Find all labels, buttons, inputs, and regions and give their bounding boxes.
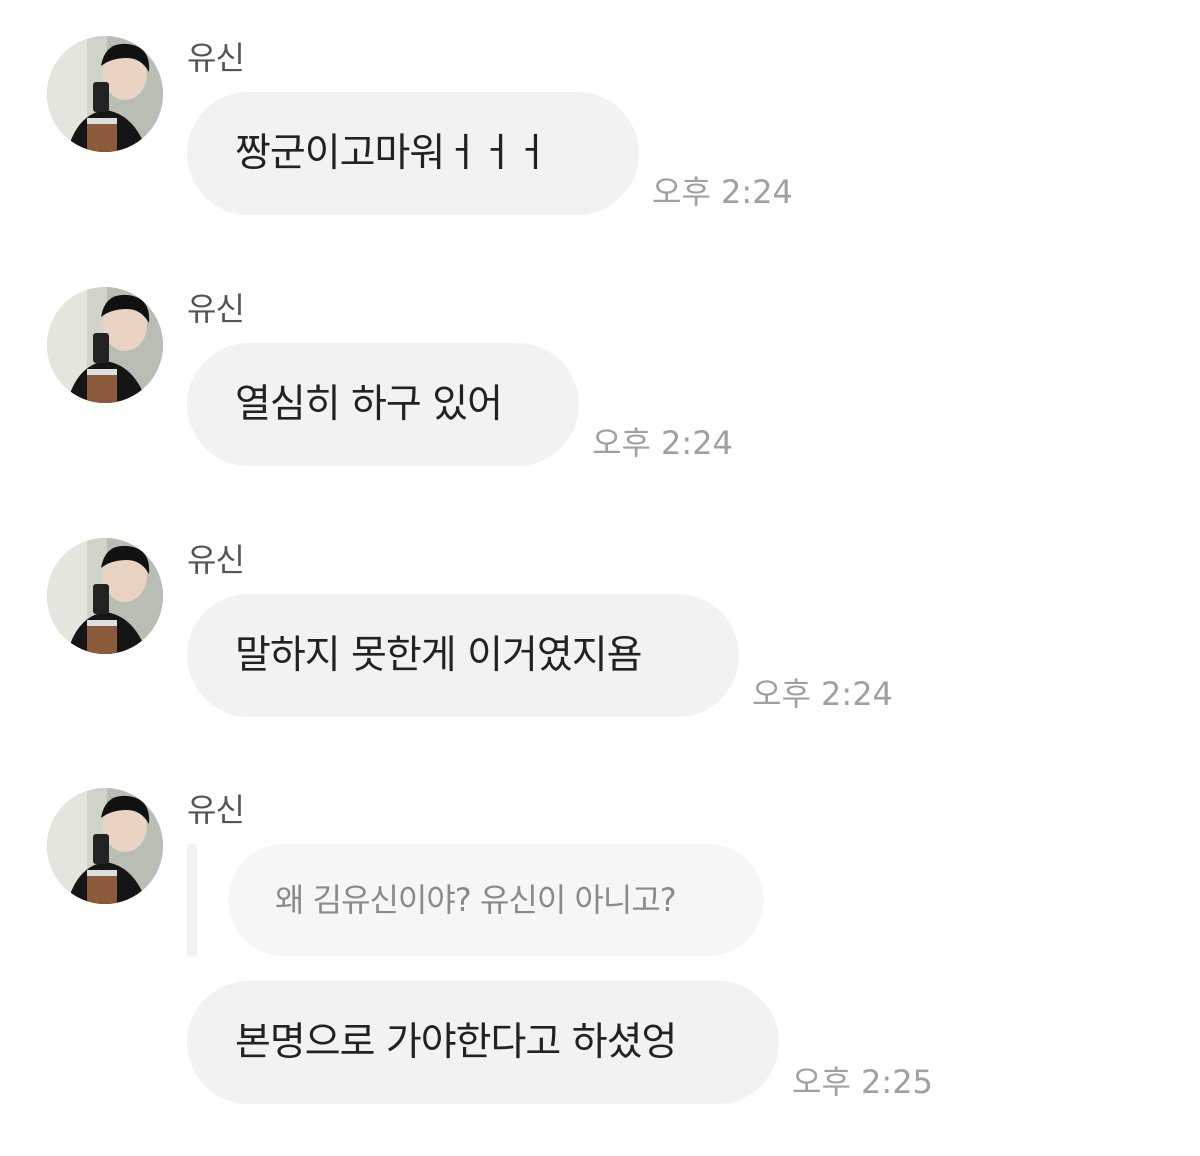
quoted-message[interactable]: 왜 김유신이야? 유신이 아니고? — [228, 844, 764, 956]
avatar[interactable] — [47, 538, 163, 654]
message-time: 오후 2:24 — [752, 675, 893, 713]
message-bubble[interactable]: 짱군이고마워ㅓㅓㅓ — [187, 92, 639, 215]
message-time: 오후 2:24 — [652, 173, 793, 211]
reply-indicator-bar — [187, 844, 197, 956]
message-time: 오후 2:24 — [592, 424, 733, 462]
avatar[interactable] — [47, 788, 163, 904]
chat-thread: 유신 짱군이고마워ㅓㅓㅓ 오후 2:24 유신 열심히 하구 있어 오후 2:2… — [0, 0, 1200, 1156]
sender-name: 유신 — [187, 39, 245, 77]
message-bubble[interactable]: 말하지 못한게 이거였지욤 — [187, 594, 739, 717]
sender-name: 유신 — [187, 541, 245, 579]
avatar-photo-icon — [47, 36, 163, 152]
message-bubble[interactable]: 본명으로 가야한다고 하셨엉 — [187, 981, 779, 1104]
avatar-photo-icon — [47, 788, 163, 904]
sender-name: 유신 — [187, 791, 245, 829]
avatar[interactable] — [47, 36, 163, 152]
sender-name: 유신 — [187, 290, 245, 328]
message-time: 오후 2:25 — [792, 1063, 933, 1101]
avatar-photo-icon — [47, 538, 163, 654]
avatar[interactable] — [47, 287, 163, 403]
avatar-photo-icon — [47, 287, 163, 403]
message-bubble[interactable]: 열심히 하구 있어 — [187, 343, 579, 466]
